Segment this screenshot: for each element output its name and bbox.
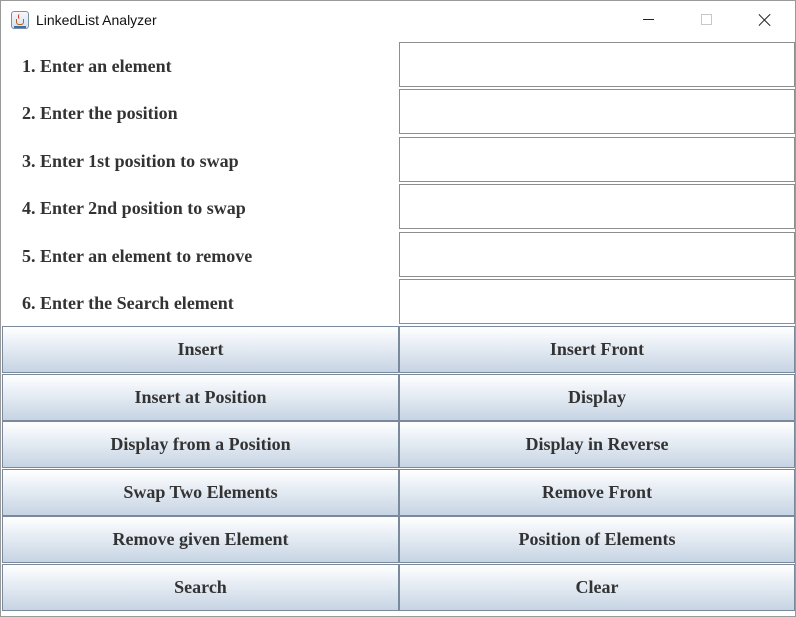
form-row-remove: 5. Enter an element to remove <box>2 231 795 278</box>
insert-at-position-button[interactable]: Insert at Position <box>2 374 399 421</box>
maximize-icon <box>701 14 712 25</box>
display-from-position-button[interactable]: Display from a Position <box>2 421 399 468</box>
title-bar[interactable]: LinkedList Analyzer <box>1 1 795 39</box>
swap-two-elements-button[interactable]: Swap Two Elements <box>2 469 399 516</box>
form-row-swap-second: 4. Enter 2nd position to swap <box>2 183 795 230</box>
form-row-position: 2. Enter the position <box>2 88 795 135</box>
position-label: 2. Enter the position <box>22 103 178 123</box>
element-label: 1. Enter an element <box>22 56 172 76</box>
form-row-swap-first: 3. Enter 1st position to swap <box>2 136 795 183</box>
search-button[interactable]: Search <box>2 564 399 611</box>
minimize-icon <box>643 19 654 20</box>
form-row-element: 1. Enter an element <box>2 41 795 88</box>
search-input[interactable] <box>399 279 795 324</box>
position-of-elements-button[interactable]: Position of Elements <box>399 516 795 563</box>
minimize-button[interactable] <box>620 1 678 37</box>
insert-button[interactable]: Insert <box>2 326 399 373</box>
swap-first-input[interactable] <box>399 137 795 182</box>
remove-front-button[interactable]: Remove Front <box>399 469 795 516</box>
form-row-search: 6. Enter the Search element <box>2 278 795 325</box>
search-label: 6. Enter the Search element <box>22 293 234 313</box>
display-button[interactable]: Display <box>399 374 795 421</box>
window-title: LinkedList Analyzer <box>36 12 157 28</box>
maximize-button[interactable] <box>678 1 736 37</box>
app-window: LinkedList Analyzer 1. Enter an element … <box>0 0 796 617</box>
swap-second-label: 4. Enter 2nd position to swap <box>22 198 246 218</box>
display-in-reverse-button[interactable]: Display in Reverse <box>399 421 795 468</box>
remove-given-element-button[interactable]: Remove given Element <box>2 516 399 563</box>
insert-front-button[interactable]: Insert Front <box>399 326 795 373</box>
remove-label: 5. Enter an element to remove <box>22 246 253 266</box>
remove-input[interactable] <box>399 232 795 277</box>
swap-second-input[interactable] <box>399 184 795 229</box>
close-button[interactable] <box>736 1 794 37</box>
close-icon <box>758 13 772 27</box>
element-input[interactable] <box>399 42 795 87</box>
java-cup-icon <box>11 11 29 29</box>
clear-button[interactable]: Clear <box>399 564 795 611</box>
position-input[interactable] <box>399 89 795 134</box>
swap-first-label: 3. Enter 1st position to swap <box>22 151 239 171</box>
